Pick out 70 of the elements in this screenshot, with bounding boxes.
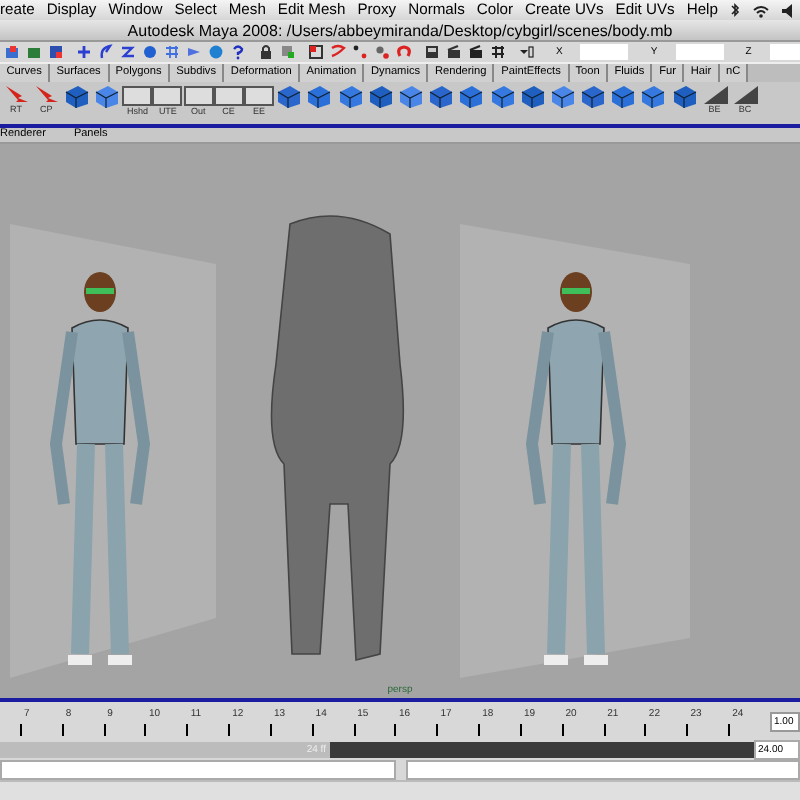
result-field[interactable] [405,760,800,780]
mesh-tool-icon [276,84,303,108]
tick-mark [394,724,397,736]
window-title: Autodesk Maya 2008: /Users/abbeymiranda/Desktop/cybgirl/scenes/body.mb [127,21,673,39]
plus-icon [76,44,92,60]
tick-mark [144,724,147,736]
magnet-icon [396,44,412,60]
coordinate-field[interactable] [580,44,629,60]
mesh-tool-icon [549,84,576,108]
mesh-tool-icon [306,84,333,108]
mesh-tool-icon [428,84,455,108]
command-field[interactable] [0,760,395,780]
mesh-tool-icon [337,84,364,108]
bluetooth-icon [729,2,740,18]
mesh-tool-icon [458,84,485,108]
clapper-icon [446,44,462,60]
mesh-tool-icon [397,84,424,108]
question-icon [230,44,246,60]
shelf-button-icon[interactable] [213,86,244,106]
tick-mark [20,724,22,736]
tick-mark [353,724,356,736]
tick-mark [728,724,731,736]
arrow-icon [33,84,60,104]
mesh-tool-icon [94,84,121,108]
arrow-icon [3,84,29,104]
corner-icon [701,84,728,104]
clapper-icon [468,44,484,60]
speaker-icon [781,3,794,17]
tick-mark [311,724,314,736]
corner-icon [732,84,758,104]
tick-mark [228,724,231,736]
tick-mark [269,724,272,736]
mesh-tool-icon [519,84,546,108]
grid-icon [164,44,180,60]
sphere-icon [208,44,224,60]
tick-mark [103,724,106,736]
mesh-tool-icon [640,84,667,108]
mesh-tool-icon [580,84,607,108]
mesh-tool-icon [671,84,698,108]
dots-icon [374,44,390,60]
wifi-icon [751,3,770,17]
tick-mark [686,724,689,736]
grid-icon [48,44,64,60]
mesh-tool-icon [367,84,394,108]
coordinate-field[interactable] [675,44,724,60]
lock-icon [258,44,274,60]
hook-icon [330,44,346,60]
mesh-tool-icon [489,84,515,108]
shelf-button-icon[interactable] [244,86,274,106]
shelf-button-icon[interactable] [183,86,214,106]
tick-mark [478,724,481,736]
arrow-icon [186,44,202,60]
tick-mark [561,724,564,736]
grid-icon [490,44,506,60]
shelf-button-icon[interactable] [152,86,183,106]
grid-icon [308,44,324,60]
mesh-tool-icon [63,84,90,108]
dot-icon [142,44,158,60]
tick-mark [186,724,189,736]
mesh-tool-icon [610,84,637,108]
shelf-button-icon[interactable] [122,86,153,106]
tick-mark [603,724,606,736]
tick-mark [519,724,522,736]
cube-icon [280,44,296,60]
tick-mark [61,724,64,736]
dropdown-icon [518,44,534,60]
tick-mark [436,724,439,736]
hook-icon [98,44,114,60]
tick-mark [644,724,647,736]
dots-icon [352,44,368,60]
